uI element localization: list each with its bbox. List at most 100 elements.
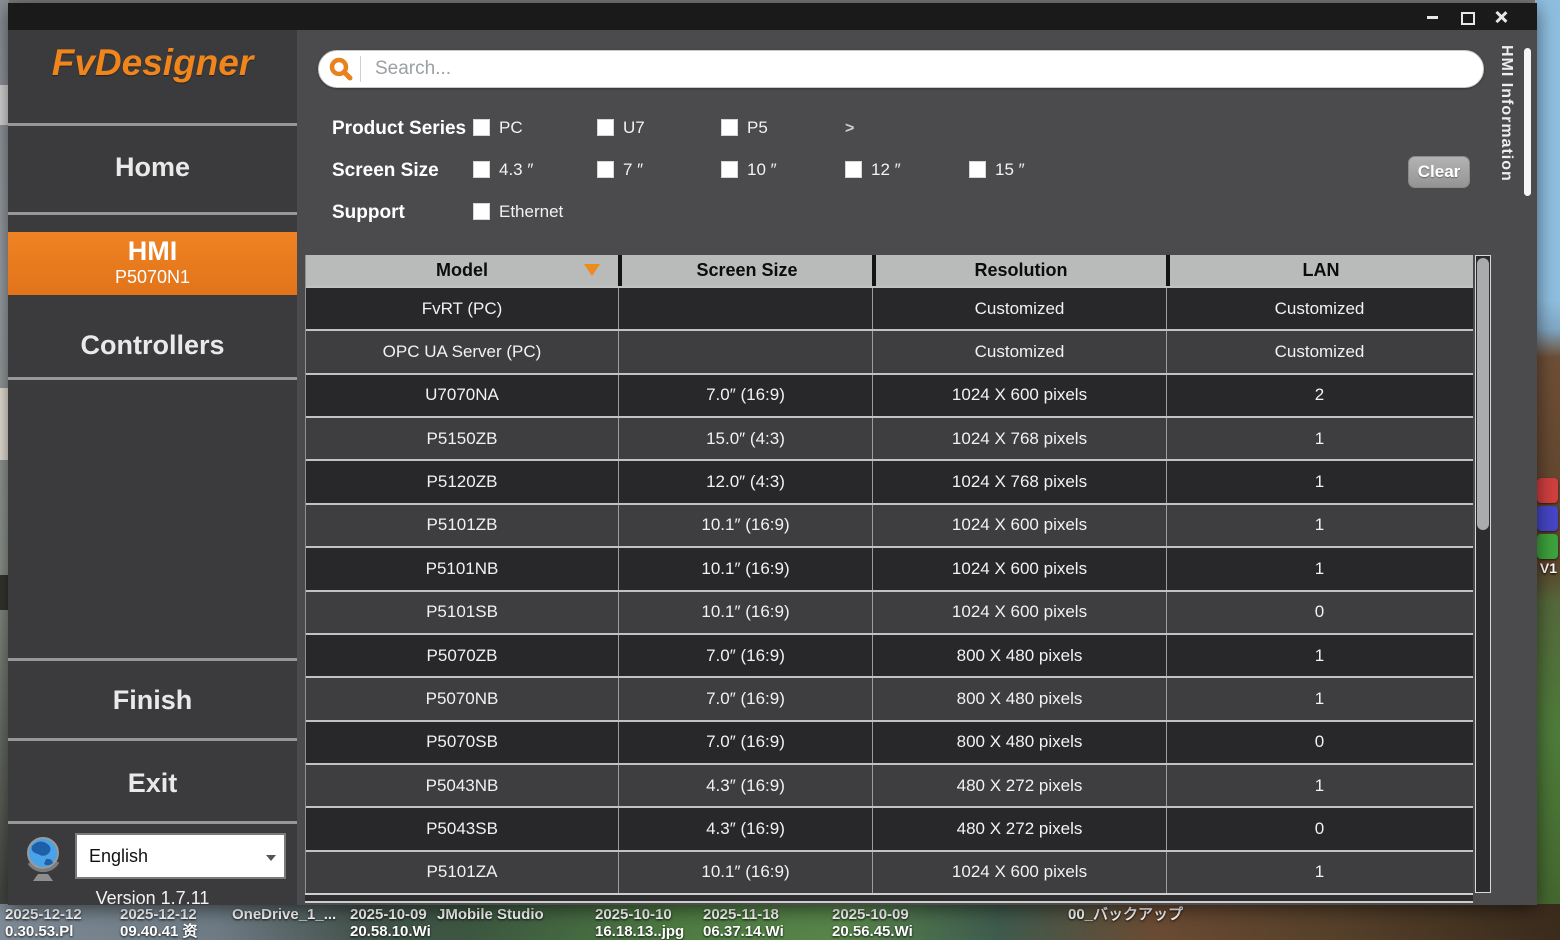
divider bbox=[360, 56, 361, 82]
desktop-icon-label[interactable]: JMobile Studio bbox=[437, 906, 544, 923]
desktop-background: V1 2025-12-120.30.53.Pl2025-12-1209.40.4… bbox=[0, 0, 1560, 940]
table-row[interactable]: OPC UA Server (PC)CustomizedCustomized bbox=[306, 329, 1473, 372]
filter-checkbox-10[interactable]: 10 ″ bbox=[721, 160, 845, 180]
column-header-lan[interactable]: LAN bbox=[1166, 255, 1472, 286]
checkbox-icon[interactable] bbox=[845, 161, 862, 178]
table-row[interactable]: P5101ZB10.1″ (16:9)1024 X 600 pixels1 bbox=[306, 503, 1473, 546]
filter-checkbox-pc[interactable]: PC bbox=[473, 118, 597, 138]
table-row[interactable]: P5043NB4.3″ (16:9)480 X 272 pixels1 bbox=[306, 763, 1473, 806]
desktop-icon-label[interactable]: 2025-11-1806.37.14.Wi bbox=[703, 906, 784, 940]
checkbox-icon[interactable] bbox=[597, 161, 614, 178]
checkbox-label: 10 ″ bbox=[747, 160, 777, 179]
table-cell: 1024 X 600 pixels bbox=[872, 548, 1166, 589]
filter-checkbox-7[interactable]: 7 ″ bbox=[597, 160, 721, 180]
table-cell: P5101ZB bbox=[306, 505, 618, 546]
desktop-icon-label[interactable]: 2025-12-1209.40.41 资 bbox=[120, 906, 198, 940]
desktop-icon-label[interactable]: 2025-10-0920.58.10.Wi bbox=[350, 906, 431, 940]
desktop-icon-label-line: 0.30.53.Pl bbox=[5, 923, 82, 940]
table-cell: 1024 X 600 pixels bbox=[872, 592, 1166, 633]
window-controls bbox=[1426, 3, 1507, 30]
desktop-icon-label-line: 2025-11-18 bbox=[703, 906, 784, 923]
table-cell: U7070NA bbox=[306, 375, 618, 416]
table-row[interactable]: P5070SB7.0″ (16:9)800 X 480 pixels0 bbox=[306, 720, 1473, 763]
checkbox-icon[interactable] bbox=[721, 119, 738, 136]
table-cell: 1024 X 768 pixels bbox=[872, 418, 1166, 459]
chevron-down-icon bbox=[266, 855, 276, 861]
column-header-model[interactable]: Model bbox=[306, 255, 618, 286]
desktop-icon-label[interactable]: 00_バックアップ bbox=[1068, 906, 1183, 923]
checkbox-icon[interactable] bbox=[597, 119, 614, 136]
table-cell: 4.3″ (16:9) bbox=[618, 765, 872, 806]
table-cell: P5101SB bbox=[306, 592, 618, 633]
search-input[interactable] bbox=[373, 57, 1483, 81]
table-row[interactable]: P5101SB10.1″ (16:9)1024 X 600 pixels0 bbox=[306, 590, 1473, 633]
scrollbar-thumb[interactable] bbox=[1477, 258, 1489, 530]
table-cell: 800 X 480 pixels bbox=[872, 678, 1166, 719]
checkbox-icon[interactable] bbox=[473, 203, 490, 220]
filter-checkbox-u7[interactable]: U7 bbox=[597, 118, 721, 138]
sidebar-item-hmi[interactable]: HMI P5070N1 bbox=[8, 232, 297, 295]
sidebar-item-home[interactable]: Home bbox=[8, 152, 297, 183]
column-header-resolution[interactable]: Resolution bbox=[872, 255, 1166, 286]
table-row[interactable]: P5070NB7.0″ (16:9)800 X 480 pixels1 bbox=[306, 676, 1473, 719]
sidebar-item-finish[interactable]: Finish bbox=[8, 685, 297, 716]
checkbox-icon[interactable] bbox=[721, 161, 738, 178]
table-cell: 7.0″ (16:9) bbox=[618, 722, 872, 763]
checkbox-icon[interactable] bbox=[969, 161, 986, 178]
sidebar-item-exit[interactable]: Exit bbox=[8, 768, 297, 799]
filter-checkbox-4.3[interactable]: 4.3 ″ bbox=[473, 160, 597, 180]
minimize-icon[interactable] bbox=[1426, 10, 1439, 23]
table-cell: 2 bbox=[1166, 375, 1472, 416]
sidebar-item-controllers[interactable]: Controllers bbox=[8, 330, 297, 361]
table-row[interactable]: P5101NB10.1″ (16:9)1024 X 600 pixels1 bbox=[306, 546, 1473, 589]
desktop-icon-label[interactable]: 2025-10-0920.56.45.Wi bbox=[832, 906, 913, 940]
clear-button[interactable]: Clear bbox=[1408, 156, 1470, 188]
table-row-partial bbox=[305, 893, 1473, 903]
table-row[interactable]: FvRT (PC)CustomizedCustomized bbox=[306, 286, 1473, 329]
search-bar[interactable] bbox=[318, 50, 1484, 88]
more-options-arrow[interactable]: > bbox=[845, 120, 885, 138]
filter-checkbox-p5[interactable]: P5 bbox=[721, 118, 845, 138]
desktop-app-icon[interactable] bbox=[1537, 478, 1558, 503]
filter-label: Support bbox=[332, 202, 405, 224]
checkbox-icon[interactable] bbox=[473, 161, 490, 178]
panel-scrollbar-thumb[interactable] bbox=[1524, 48, 1531, 196]
filter-checkbox-ethernet[interactable]: Ethernet bbox=[473, 202, 597, 222]
desktop-icon-label-line: 16.18.13..jpg bbox=[595, 923, 684, 940]
checkbox-icon[interactable] bbox=[473, 119, 490, 136]
table-row[interactable]: P5070ZB7.0″ (16:9)800 X 480 pixels1 bbox=[306, 633, 1473, 676]
filter-checkbox-15[interactable]: 15 ″ bbox=[969, 160, 1093, 180]
table-cell: 0 bbox=[1166, 592, 1472, 633]
main-panel: Product Series PCU7P5 > Screen Size 4.3 … bbox=[297, 30, 1537, 905]
desktop-app-icon[interactable] bbox=[1537, 506, 1558, 531]
table-cell: OPC UA Server (PC) bbox=[306, 331, 618, 372]
maximize-icon[interactable] bbox=[1460, 10, 1473, 23]
table-scrollbar[interactable] bbox=[1475, 255, 1491, 893]
table-cell: P5043SB bbox=[306, 808, 618, 849]
column-header-screen-size[interactable]: Screen Size bbox=[618, 255, 872, 286]
table-cell: 0 bbox=[1166, 808, 1472, 849]
version-label: Version 1.7.11 bbox=[8, 888, 297, 909]
filter-checkbox-12[interactable]: 12 ″ bbox=[845, 160, 969, 180]
desktop-icon-label-line: JMobile Studio bbox=[437, 906, 544, 923]
table-row[interactable]: P5043SB4.3″ (16:9)480 X 272 pixels0 bbox=[306, 806, 1473, 849]
filter-row-product-series: Product Series PCU7P5 > bbox=[297, 118, 1497, 146]
table-row[interactable]: P5150ZB15.0″ (4:3)1024 X 768 pixels1 bbox=[306, 416, 1473, 459]
table-row[interactable]: U7070NA7.0″ (16:9)1024 X 600 pixels2 bbox=[306, 373, 1473, 416]
sidebar-item-hmi-label: HMI bbox=[8, 235, 297, 267]
checkbox-label: U7 bbox=[623, 118, 645, 137]
close-icon[interactable] bbox=[1494, 10, 1507, 23]
filter-options: PC U7 P5 bbox=[473, 118, 845, 138]
table-cell: 10.1″ (16:9) bbox=[618, 852, 872, 893]
filter-options: 4.3 ″7 ″ 10 ″ 12 ″15 ″ bbox=[473, 160, 1093, 180]
desktop-icon-label[interactable]: 2025-10-1016.18.13..jpg bbox=[595, 906, 684, 940]
desktop-app-icon[interactable] bbox=[1537, 534, 1558, 559]
table-body: FvRT (PC)CustomizedCustomizedOPC UA Serv… bbox=[306, 286, 1473, 893]
language-dropdown[interactable]: English bbox=[75, 833, 286, 879]
desktop-icon-label[interactable]: 2025-12-120.30.53.Pl bbox=[5, 906, 82, 940]
table-cell: P5070ZB bbox=[306, 635, 618, 676]
table-row[interactable]: P5101ZA10.1″ (16:9)1024 X 600 pixels1 bbox=[306, 850, 1473, 893]
hmi-information-tab[interactable]: HMI Information bbox=[1497, 45, 1515, 182]
table-row[interactable]: P5120ZB12.0″ (4:3)1024 X 768 pixels1 bbox=[306, 459, 1473, 502]
table-cell: P5043NB bbox=[306, 765, 618, 806]
